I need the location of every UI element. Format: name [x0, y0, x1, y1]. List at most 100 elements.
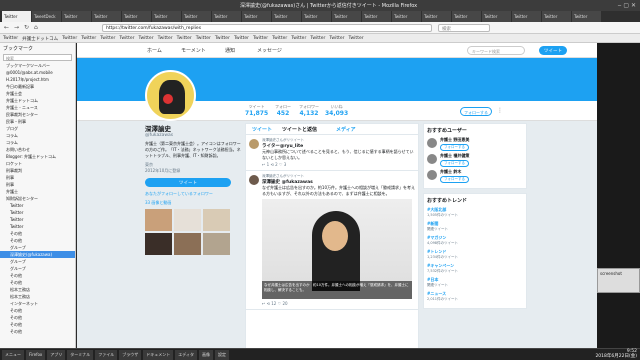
browser-tab[interactable]: Twitter [482, 11, 511, 22]
browser-tab[interactable]: Twitter [212, 11, 241, 22]
twitter-search-input[interactable]: キーワード検索 [467, 46, 525, 55]
sidebar-bookmark-item[interactable]: H.2017年/project.htm [0, 76, 75, 83]
sidebar-bookmark-item[interactable]: ブックマークツールバー [0, 62, 75, 69]
taskbar-item[interactable]: アプリ [47, 350, 66, 360]
sidebar-bookmark-item[interactable]: インターネット [0, 300, 75, 307]
sidebar-bookmark-item[interactable]: 松本工務店 [0, 293, 75, 300]
bookmark-item[interactable]: Twitter [138, 34, 153, 42]
tweet-actions[interactable]: ↩ ⟲ 12 ♡ 20 [262, 301, 415, 306]
bookmark-item[interactable]: Twitter [310, 34, 325, 42]
sidebar-bookmark-item[interactable]: 弁護士会 [0, 90, 75, 97]
taskbar-item[interactable]: ドキュメント [143, 350, 174, 360]
sidebar-bookmark-item[interactable]: 松本工務店 [0, 286, 75, 293]
sidebar-bookmark-item[interactable]: グループ [0, 265, 75, 272]
sidebar-bookmark-item[interactable]: その他 [0, 314, 75, 321]
reload-icon[interactable]: ↻ [24, 24, 29, 31]
bookmark-item[interactable]: Twitter [119, 34, 134, 42]
bookmark-item[interactable]: Twitter [234, 34, 249, 42]
sidebar-bookmark-item[interactable]: コラム [0, 139, 75, 146]
browser-tab[interactable]: Twitter [62, 11, 91, 22]
bookmark-item[interactable]: Twitter [215, 34, 230, 42]
bookmark-item[interactable]: Twitter [291, 34, 306, 42]
photo-thumb[interactable] [203, 233, 230, 255]
sidebar-bookmark-item[interactable]: その他 [0, 279, 75, 286]
sidebar-bookmark-item[interactable]: 民事・刑事 [0, 118, 75, 125]
tab-media[interactable]: メディア [336, 126, 356, 133]
sidebar-bookmark-item[interactable]: Blogger: 弁護士ドットコム [0, 153, 75, 160]
profile-name[interactable]: 深澤諭史 [145, 123, 243, 133]
follow-suggested-button[interactable]: フォローする [440, 160, 469, 167]
taskbar-item[interactable]: Firefox [26, 350, 46, 360]
tweet-avatar[interactable] [249, 175, 259, 185]
taskbar-item[interactable]: ブラウザ [119, 350, 142, 360]
browser-search-input[interactable]: 検索 [438, 24, 490, 32]
sidebar-bookmark-item[interactable]: ブログ [0, 125, 75, 132]
browser-tab[interactable]: Twitter [512, 11, 541, 22]
browser-tab[interactable]: Twitter [272, 11, 301, 22]
sidebar-bookmark-item[interactable]: 弁護士 - ニュース [0, 104, 75, 111]
photo-thumb[interactable] [174, 209, 201, 231]
sidebar-bookmark-item[interactable]: 知財訴訟センター [0, 195, 75, 202]
photo-thumb[interactable] [203, 209, 230, 231]
sidebar-bookmark-item[interactable]: Twitter [0, 216, 75, 223]
browser-tab[interactable]: Twitter [422, 11, 451, 22]
browser-tab[interactable]: Twitter [452, 11, 481, 22]
taskbar-item[interactable]: ターミナル [67, 350, 94, 360]
trend-item[interactable]: #ニュース 2,011件のツイート [427, 291, 523, 302]
avatar[interactable] [427, 138, 437, 148]
taskbar-item[interactable]: ファイル [95, 350, 118, 360]
follow-suggested-button[interactable]: フォローする [440, 176, 469, 183]
sidebar-bookmark-item[interactable]: Twitter [0, 223, 75, 230]
sidebar-bookmark-item[interactable]: その他 [0, 321, 75, 328]
browser-tab[interactable]: Twitter [572, 11, 601, 22]
trend-item[interactable]: #マガジン 4,098件のツイート [427, 235, 523, 246]
tweet[interactable]: 深澤諭史さんがリツイート 深澤諭史 @fukazawas なぜ弁護士は広告を出す… [246, 171, 418, 310]
tab-tweets[interactable]: ツイート [252, 126, 272, 133]
sidebar-bookmark-item[interactable]: 弁護士ドットコム [0, 97, 75, 104]
stat-tweets[interactable]: ツイート 71,875 [245, 104, 268, 117]
sidebar-bookmark-item[interactable]: ロケット [0, 160, 75, 167]
nav-home[interactable]: ホーム [147, 47, 162, 54]
window-controls[interactable]: ‒ ▢ ✕ [618, 2, 636, 9]
trend-item[interactable]: #日本 関連ツイート [427, 277, 523, 288]
more-options-icon[interactable]: ⋮ [497, 107, 503, 114]
tweet-media-image[interactable]: なぜ弁護士は広告を出すのか 約10万件。弁護士への相談が増え「懲戒請求」を、弁護… [262, 199, 412, 299]
sidebar-bookmark-item[interactable]: お問い合わせ [0, 146, 75, 153]
stat-likes[interactable]: いいね 34,093 [325, 104, 348, 117]
sidebar-bookmark-item[interactable]: Twitter [0, 202, 75, 209]
stat-following[interactable]: フォロー 452 [275, 104, 291, 117]
sidebar-bookmark-item[interactable]: 刑事 [0, 174, 75, 181]
sidebar-bookmark-item[interactable]: その他 [0, 307, 75, 314]
suggested-user[interactable]: 弁護士 野田恵美 フォローする [427, 137, 523, 151]
sidebar-bookmark-item[interactable]: 弁護士 [0, 188, 75, 195]
bookmark-item[interactable]: 弁護士ドットコム [22, 34, 58, 42]
tweet-actions[interactable]: ↩ 1 ⟲ 2 ♡ 3 [262, 162, 415, 167]
nav-messages[interactable]: メッセージ [257, 47, 282, 54]
suggested-user-name[interactable]: 弁護士 野田恵美 [440, 137, 523, 143]
bookmark-item[interactable]: Twitter [253, 34, 268, 42]
sidebar-bookmark-item[interactable]: その他 [0, 328, 75, 335]
browser-tab[interactable]: Twitter [152, 11, 181, 22]
follow-button[interactable]: フォローする [460, 107, 492, 116]
suggested-user[interactable]: 弁護士 鈴木 フォローする [427, 169, 523, 183]
bookmark-item[interactable]: Twitter [349, 34, 364, 42]
browser-tab[interactable]: Twitter [92, 11, 121, 22]
taskbar-item[interactable]: メニュー [2, 350, 24, 360]
sidebar-bookmark-item[interactable]: @0001/@abs.at.mobile [0, 69, 75, 76]
follow-suggested-button[interactable]: フォローする [440, 144, 469, 151]
photo-thumb[interactable] [145, 209, 172, 231]
avatar[interactable] [145, 70, 196, 121]
bookmark-item[interactable]: Twitter [81, 34, 96, 42]
sidebar-bookmark-item[interactable]: グループ [0, 258, 75, 265]
taskbar-item[interactable]: エディタ [175, 350, 197, 360]
browser-tab[interactable]: TweetDeck [32, 11, 61, 22]
bookmark-item[interactable]: Twitter [62, 34, 77, 42]
taskbar-item[interactable]: 設定 [214, 350, 229, 360]
followers-you-know-link[interactable]: あなたがフォローしているフォロワー [145, 191, 243, 197]
sidebar-bookmark-item[interactable]: コラム [0, 132, 75, 139]
browser-tab[interactable]: Twitter [182, 11, 211, 22]
bookmark-item[interactable]: Twitter [177, 34, 192, 42]
sidebar-bookmark-item[interactable]: その他 [0, 230, 75, 237]
avatar[interactable] [427, 170, 437, 180]
photo-thumb[interactable] [174, 233, 201, 255]
